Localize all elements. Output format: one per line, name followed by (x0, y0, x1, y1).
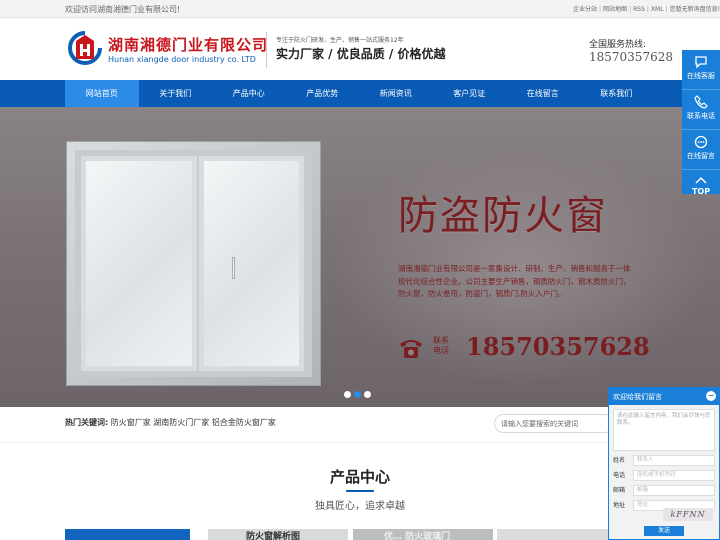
online-message-button[interactable]: 在线留言 (682, 135, 720, 170)
banner-description: 湖南湘德门业有限公司是一家集设计、研制、生产、销售和服务于一体现代化综合性企业。… (398, 264, 631, 298)
slider-dot-1[interactable] (344, 391, 351, 398)
banner-contact-label: 联系电话 (433, 336, 449, 355)
back-to-top-button[interactable]: TOP (682, 175, 720, 210)
name-row: 姓名 联系人 (613, 455, 715, 466)
nav-home[interactable]: 网站首页 (65, 80, 139, 107)
section-underline (346, 490, 374, 492)
message-panel: 欢迎给我们留言 − 请在此输入留言内容，我们会尽快与您联系。 姓名 联系人 电话… (608, 387, 720, 540)
nav-about[interactable]: 关于我们 (139, 80, 213, 107)
nav-advantages[interactable]: 产品优势 (286, 80, 360, 107)
company-name[interactable]: 湖南湘德门业有限公司 (108, 34, 268, 55)
phone-row: 电话 座机或手机号码 (613, 470, 715, 481)
message-icon (694, 135, 708, 149)
company-name-en: Hunan xiangde door industry co. LTD (108, 55, 256, 64)
link-sitemap[interactable]: 网站地图 (603, 6, 627, 13)
header: 湖南湘德门业有限公司 Hunan xiangde door industry c… (0, 18, 720, 80)
link-rss[interactable]: RSS (633, 6, 645, 13)
slider-dot-3[interactable] (364, 391, 371, 398)
link-xml[interactable]: XML (651, 6, 664, 13)
floating-sidebar: 在线客服 联系电话 在线留言 TOP (682, 50, 720, 196)
slogan-small: 专注于防火门研发、生产、销售一站式服务12年 (276, 37, 404, 44)
nav-news[interactable]: 新闻资讯 (359, 80, 433, 107)
nav-products[interactable]: 产品中心 (212, 80, 286, 107)
product-card-label[interactable]: 防火窗解析图 (246, 529, 300, 540)
search-input[interactable]: 请输入您要搜索的关键词 (494, 414, 614, 433)
main-nav: 网站首页 关于我们 产品中心 产品优势 新闻资讯 客户见证 在线留言 联系我们 (0, 80, 720, 107)
window-handle (232, 257, 235, 279)
name-field[interactable]: 联系人 (633, 455, 715, 466)
chevron-up-icon (695, 176, 707, 184)
minimize-icon[interactable]: − (706, 391, 716, 401)
nav-testimonials[interactable]: 客户见证 (433, 80, 507, 107)
nav-contact[interactable]: 联系我们 (580, 80, 654, 107)
keyword-link[interactable]: 防火窗厂家 (111, 418, 151, 427)
slider-dot-2[interactable] (354, 391, 361, 398)
email-row: 邮箱 邮箱 (613, 485, 715, 496)
slider-dots (344, 391, 371, 398)
captcha-image[interactable]: kFFNN (663, 508, 713, 521)
banner-title: 防盗防火窗 (398, 193, 608, 239)
link-substations[interactable]: 企业分站 (573, 6, 597, 13)
email-field[interactable]: 邮箱 (633, 485, 715, 496)
online-service-button[interactable]: 在线客服 (682, 55, 720, 90)
company-logo-icon[interactable] (68, 31, 102, 65)
keywords-label: 热门关键词: (65, 418, 109, 427)
keyword-link[interactable]: 铝合金防火窗厂家 (212, 418, 276, 427)
hot-keywords: 热门关键词: 防火窗厂家 湖南防火门厂家 铝合金防火窗厂家 (65, 417, 276, 428)
hotline-number: 18570357628 (589, 50, 673, 64)
nav-message[interactable]: 在线留言 (506, 80, 580, 107)
welcome-text: 欢迎访问湖南湘德门业有限公司! (65, 5, 181, 14)
send-button[interactable]: 发送 (644, 526, 684, 536)
chat-icon (695, 56, 707, 69)
phone-field[interactable]: 座机或手机号码 (633, 470, 715, 481)
message-content-field[interactable]: 请在此输入留言内容，我们会尽快与您联系。 (613, 409, 715, 451)
phone-icon (694, 95, 708, 109)
top-links: 企业分站 | 网站地图 | RSS | XML | 您暂无新询盘信息! (573, 6, 720, 13)
top-bar: 欢迎访问湖南湘德门业有限公司! 企业分站 | 网站地图 | RSS | XML | 您暂无新询盘… (0, 0, 720, 18)
window-product-image (66, 141, 321, 386)
page: 欢迎访问湖南湘德门业有限公司! 企业分站 | 网站地图 | RSS | XML | 您暂无新询盘… (0, 0, 720, 540)
inquiry-status[interactable]: 您暂无新询盘信息! (670, 6, 720, 13)
product-card-label[interactable]: 优… 防火玻璃门 (384, 529, 450, 540)
contact-phone-button[interactable]: 联系电话 (682, 95, 720, 130)
product-card[interactable] (497, 529, 612, 540)
keyword-link[interactable]: 湖南防火门厂家 (153, 418, 209, 427)
product-card[interactable] (65, 529, 190, 540)
slogan-big: 实力厂家 / 优良品质 / 价格优越 (276, 47, 446, 61)
header-divider (266, 32, 267, 68)
message-panel-header[interactable]: 欢迎给我们留言 − (609, 388, 719, 405)
banner-phone: 18570357628 (466, 332, 650, 361)
phone-icon (400, 340, 422, 358)
hero-banner[interactable]: 防盗防火窗 湖南湘德门业有限公司是一家集设计、研制、生产、销售和服务于一体现代化… (0, 107, 720, 407)
hotline-label: 全国服务热线: (589, 40, 647, 50)
